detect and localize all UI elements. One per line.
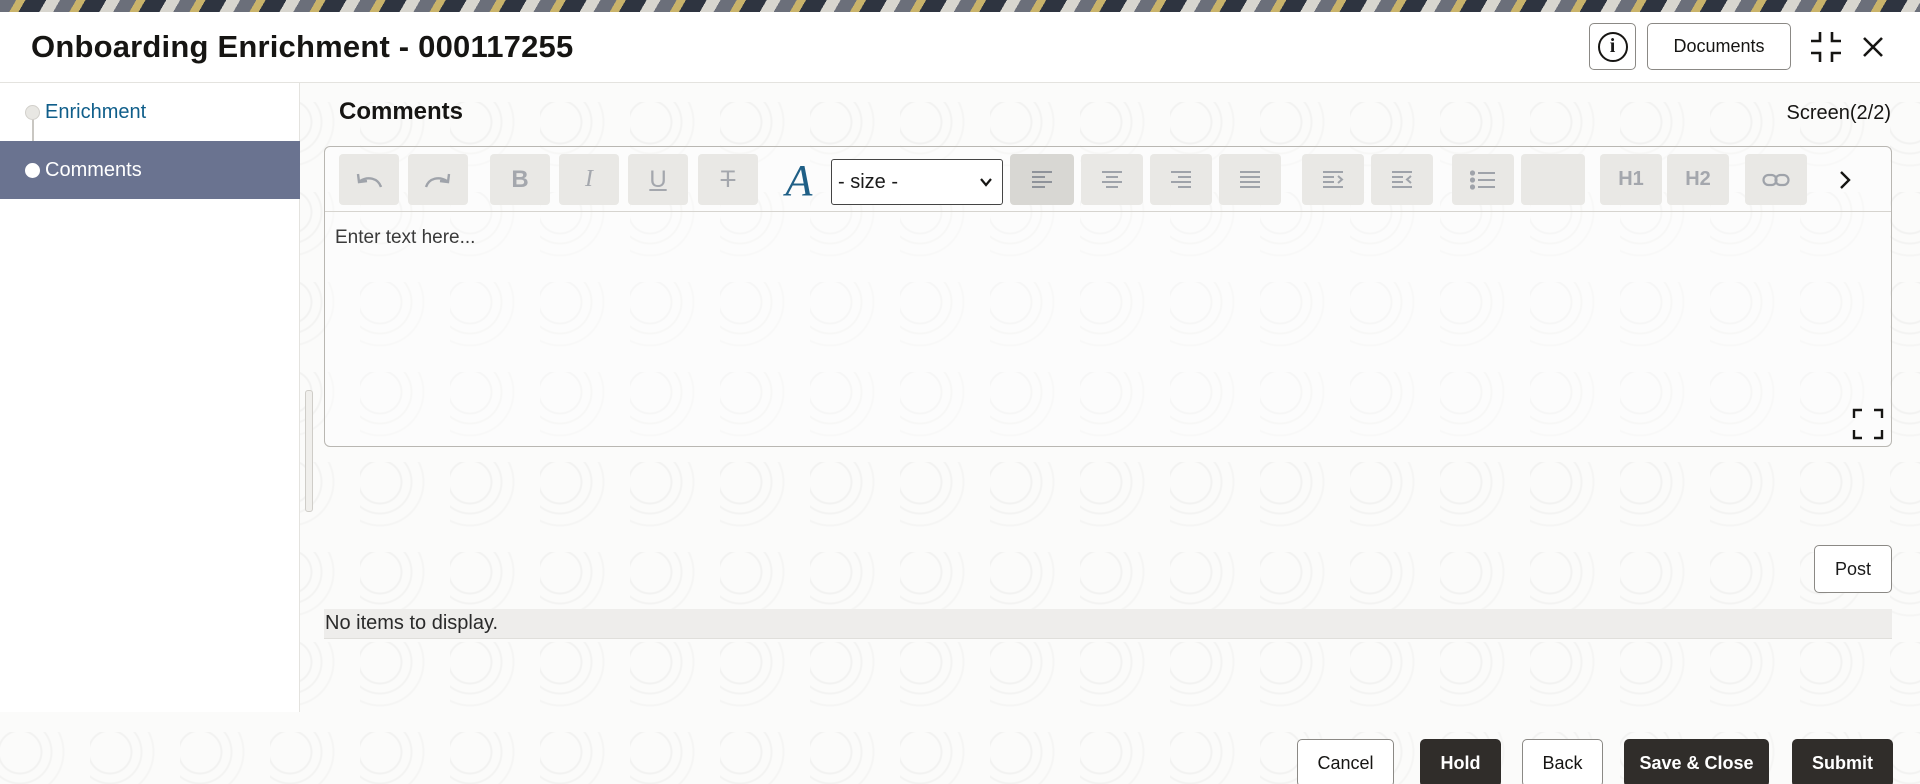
step-dot-icon [25, 162, 40, 178]
back-button[interactable]: Back [1522, 739, 1603, 784]
justify-button[interactable] [1219, 154, 1281, 205]
info-icon: i [1597, 31, 1628, 62]
comment-text-area[interactable]: Enter text here... [325, 213, 1891, 446]
rich-text-editor: B I U T A - size - H1 H2 Enter text here… [324, 146, 1892, 447]
strikethrough-icon: T [720, 165, 736, 193]
chevron-right-icon [1840, 170, 1851, 189]
page-title: Onboarding Enrichment - 000117255 [31, 29, 574, 64]
undo-button[interactable] [339, 154, 399, 205]
screen-indicator: Screen(2/2) [1786, 102, 1892, 124]
nav-item-comments[interactable]: Comments [0, 141, 300, 199]
underline-button[interactable]: U [628, 154, 688, 205]
hold-button[interactable]: Hold [1420, 739, 1501, 784]
nav-item-label: Enrichment [45, 100, 147, 123]
h1-icon: H1 [1618, 168, 1644, 190]
redo-icon [424, 173, 451, 187]
panel-splitter[interactable] [305, 390, 313, 512]
outdent-button[interactable] [1371, 154, 1433, 205]
empty-toolbar-button[interactable] [1521, 154, 1585, 205]
align-left-icon [1032, 170, 1052, 188]
undo-icon [356, 173, 383, 187]
bullet-list-button[interactable] [1452, 154, 1514, 205]
justify-icon [1240, 170, 1260, 188]
close-button[interactable] [1858, 30, 1888, 64]
info-button[interactable]: i [1589, 23, 1636, 70]
enrichment-dialog: Onboarding Enrichment - 000117255 i Docu… [0, 12, 1920, 784]
link-button[interactable] [1745, 154, 1807, 205]
indent-button[interactable] [1302, 154, 1364, 205]
link-icon [1762, 173, 1790, 186]
align-center-icon [1102, 170, 1122, 188]
indent-icon [1323, 170, 1344, 188]
comments-empty-message: No items to display. [324, 609, 1892, 639]
chevron-down-icon [980, 178, 992, 187]
align-center-button[interactable] [1081, 154, 1143, 205]
underline-icon: U [649, 165, 667, 193]
h1-button[interactable]: H1 [1600, 154, 1662, 205]
post-button[interactable]: Post [1814, 545, 1892, 593]
h2-icon: H2 [1685, 168, 1711, 190]
italic-button[interactable]: I [559, 154, 619, 205]
submit-button[interactable]: Submit [1792, 739, 1893, 784]
background-strip [0, 0, 1920, 12]
nav-item-enrichment[interactable]: Enrichment [0, 83, 300, 141]
bold-button[interactable]: B [490, 154, 550, 205]
outdent-icon [1392, 170, 1412, 188]
fullscreen-button[interactable] [1852, 408, 1884, 440]
nav-item-label: Comments [45, 158, 142, 181]
redo-button[interactable] [408, 154, 468, 205]
minimize-icon [1811, 32, 1841, 62]
font-color-button[interactable]: A [775, 155, 823, 205]
bold-icon: B [511, 165, 529, 193]
cancel-button[interactable]: Cancel [1297, 739, 1394, 784]
dialog-header: Onboarding Enrichment - 000117255 i Docu… [0, 12, 1920, 83]
bullet-list-icon [1470, 169, 1495, 190]
align-left-button[interactable] [1010, 154, 1074, 205]
editor-placeholder: Enter text here... [335, 227, 476, 248]
font-size-select[interactable]: - size - [831, 159, 1003, 205]
documents-button[interactable]: Documents [1647, 23, 1791, 70]
toolbar-next-button[interactable] [1820, 154, 1870, 205]
align-right-icon [1171, 170, 1191, 188]
minimize-button[interactable] [1809, 30, 1843, 64]
h2-button[interactable]: H2 [1667, 154, 1729, 205]
italic-icon: I [585, 166, 593, 192]
save-close-button[interactable]: Save & Close [1624, 739, 1769, 784]
align-right-button[interactable] [1150, 154, 1212, 205]
left-nav: Enrichment Comments [0, 83, 300, 712]
close-icon [1863, 37, 1883, 57]
editor-toolbar: B I U T A - size - H1 H2 [325, 147, 1891, 212]
fullscreen-icon [1852, 408, 1884, 440]
strikethrough-button[interactable]: T [698, 154, 758, 205]
font-size-value: - size - [838, 170, 898, 193]
step-dot-icon [25, 104, 40, 120]
section-title: Comments [339, 98, 464, 125]
font-color-icon: A [785, 155, 813, 205]
